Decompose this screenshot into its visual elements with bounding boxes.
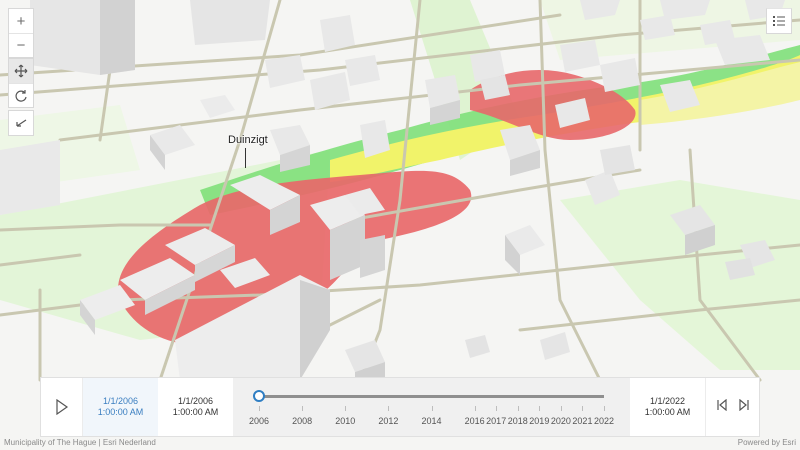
slider-tick bbox=[259, 406, 260, 411]
pan-button[interactable] bbox=[9, 59, 33, 83]
slider-tick-label: 2008 bbox=[292, 416, 313, 426]
min-time: 1:00:00 AM bbox=[172, 407, 219, 417]
slider-tick-label: 2014 bbox=[421, 416, 442, 426]
rotate-icon bbox=[15, 89, 27, 102]
slider-tick-label: 2017 bbox=[486, 416, 507, 426]
max-time: 1:00:00 AM bbox=[644, 407, 691, 417]
slider-tick bbox=[474, 406, 476, 411]
slider-tick bbox=[582, 406, 584, 411]
pan-icon bbox=[14, 64, 28, 78]
legend-list-icon bbox=[773, 16, 785, 26]
slider-track-area[interactable]: 2006 2008 2010 2012 2014 2016 2017 2018 2019 2020… bbox=[233, 378, 630, 436]
slider-tick-label: 2012 bbox=[378, 416, 399, 426]
previous-button[interactable] bbox=[716, 398, 728, 416]
zoom-out-button[interactable]: − bbox=[9, 33, 33, 57]
slider-tick-label: 2021 bbox=[572, 416, 593, 426]
slider-tick-label: 2010 bbox=[335, 416, 356, 426]
legend-button[interactable] bbox=[766, 8, 792, 34]
place-label-duinzigt: Duinzigt bbox=[228, 134, 268, 146]
slider-tick-label: 2020 bbox=[550, 416, 571, 426]
min-date: 1/1/2006 bbox=[177, 396, 214, 406]
zoom-control: + − bbox=[8, 8, 34, 58]
play-icon bbox=[55, 399, 68, 415]
slider-tick-label: 2022 bbox=[593, 416, 615, 426]
map-attribution: Municipality of The Hague | Esri Nederla… bbox=[4, 438, 156, 447]
current-date: 1/1/2006 bbox=[102, 396, 139, 406]
slider-thumb[interactable] bbox=[253, 390, 265, 402]
slider-tick-label: 2018 bbox=[507, 416, 528, 426]
slider-tick bbox=[345, 406, 347, 411]
slider-tick bbox=[517, 406, 519, 411]
next-icon bbox=[738, 398, 749, 412]
slider-tick bbox=[496, 406, 498, 411]
arrow-back-icon bbox=[16, 119, 27, 127]
current-time: 1:00:00 AM bbox=[97, 407, 144, 417]
slider-tick-label: 2019 bbox=[529, 416, 550, 426]
rotate-button[interactable] bbox=[9, 83, 33, 107]
zoom-in-button[interactable]: + bbox=[9, 9, 33, 33]
compass-back-button[interactable] bbox=[8, 110, 34, 136]
slider-track[interactable] bbox=[259, 395, 604, 398]
slider-tick bbox=[560, 406, 562, 411]
min-time-label: 1/1/2006 1:00:00 AM bbox=[158, 378, 233, 436]
place-label-leader bbox=[245, 148, 246, 168]
previous-icon bbox=[716, 398, 727, 412]
current-time-label: 1/1/2006 1:00:00 AM bbox=[83, 378, 158, 436]
slider-tick bbox=[388, 406, 390, 411]
max-date: 1/1/2022 bbox=[649, 396, 686, 406]
step-controls bbox=[705, 378, 759, 436]
max-time-label: 1/1/2022 1:00:00 AM bbox=[630, 378, 705, 436]
slider-tick bbox=[539, 406, 541, 411]
slider-tick bbox=[431, 406, 433, 411]
time-slider: 1/1/2006 1:00:00 AM 1/1/2006 1:00:00 AM … bbox=[40, 377, 760, 437]
navigation-toggle bbox=[8, 58, 34, 108]
slider-tick bbox=[302, 406, 304, 411]
slider-tick-label: 2016 bbox=[464, 416, 485, 426]
slider-tick bbox=[604, 406, 605, 411]
slider-tick-label: 2006 bbox=[248, 416, 270, 426]
play-button[interactable] bbox=[41, 378, 83, 436]
next-button[interactable] bbox=[738, 398, 750, 416]
powered-by-esri[interactable]: Powered by Esri bbox=[738, 438, 796, 447]
